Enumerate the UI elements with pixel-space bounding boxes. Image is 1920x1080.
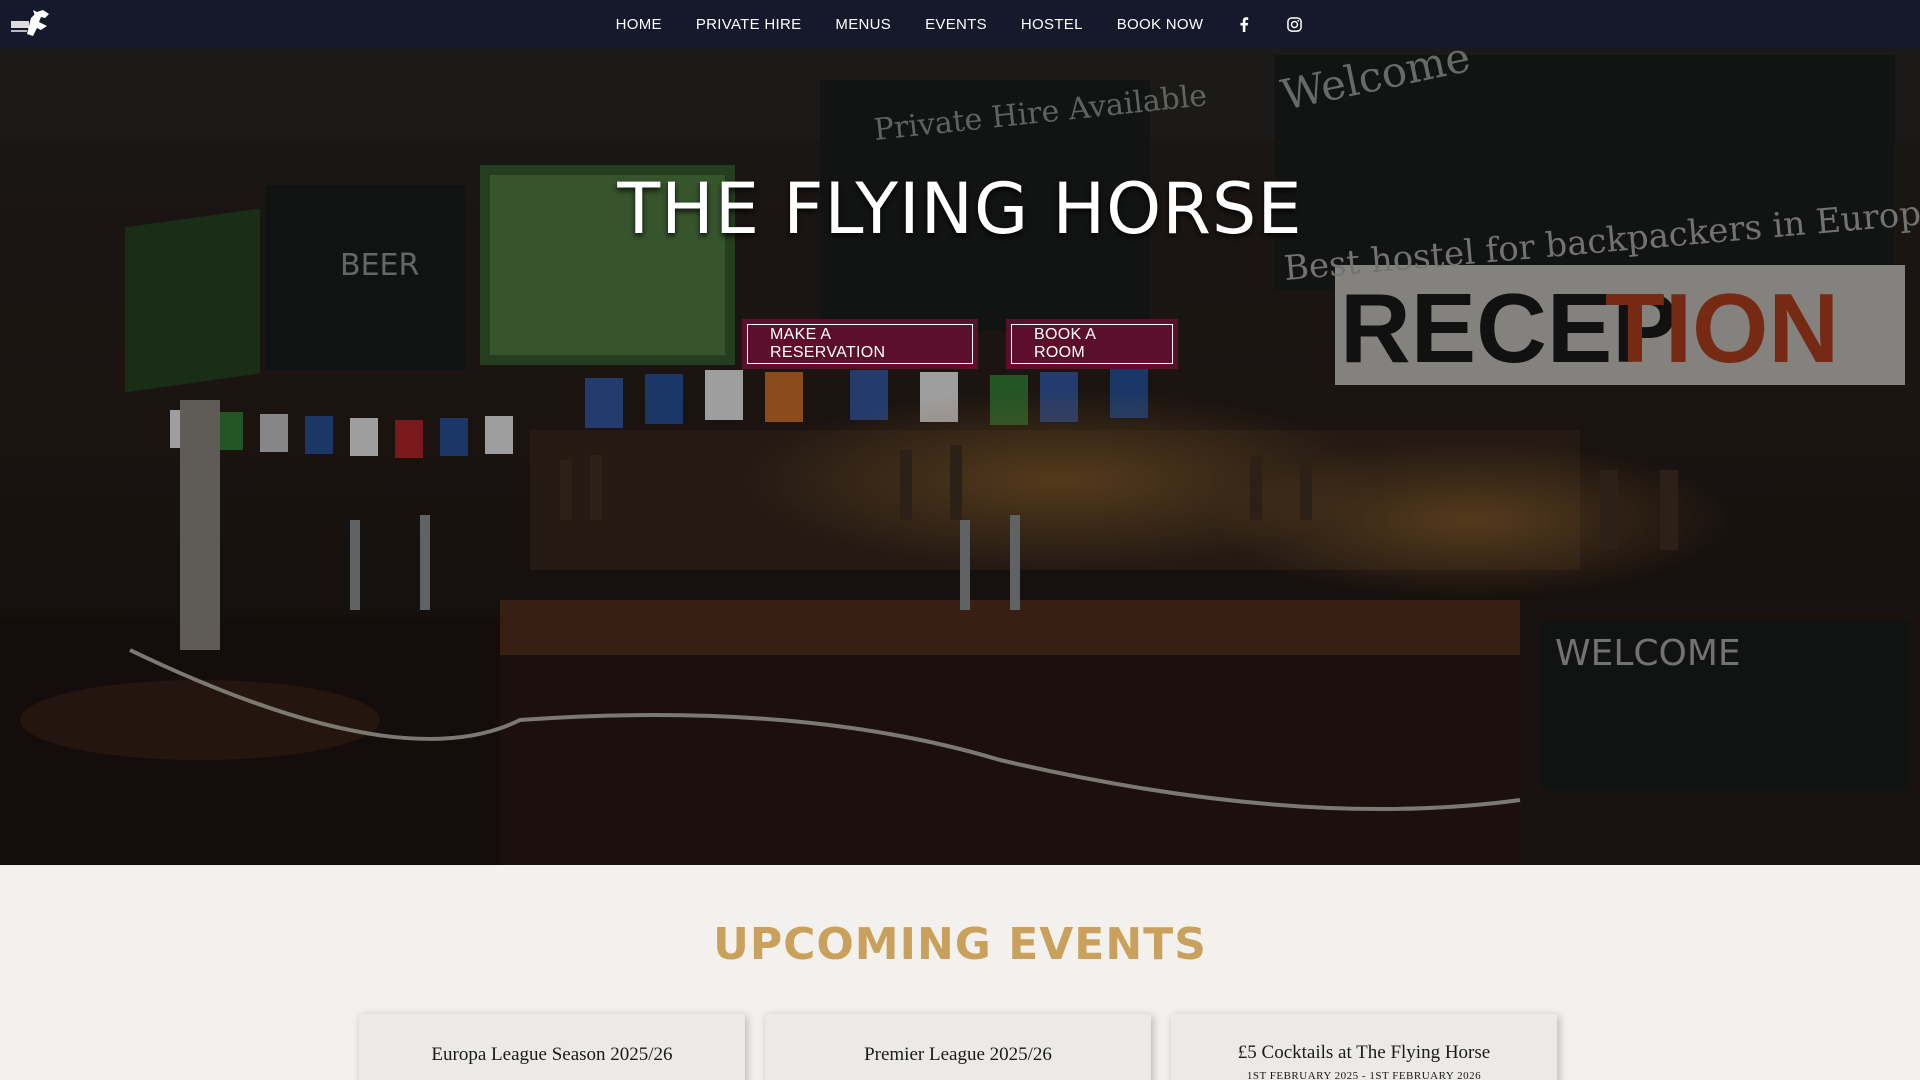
event-card-title: Premier League 2025/26: [864, 1044, 1052, 1065]
instagram-icon[interactable]: [1287, 17, 1303, 32]
event-card[interactable]: Premier League 2025/26: [765, 1014, 1151, 1080]
event-card-title: Europa League Season 2025/26: [431, 1044, 673, 1065]
facebook-icon[interactable]: [1239, 17, 1249, 32]
nav-item-book-now[interactable]: BOOK NOW: [1117, 16, 1204, 33]
hero-section: RECEP TION Private Hire Available Welcom…: [0, 0, 1920, 865]
nav-item-private-hire[interactable]: PRIVATE HIRE: [696, 16, 802, 33]
nav-item-hostel[interactable]: HOSTEL: [1021, 16, 1083, 33]
event-card[interactable]: £5 Cocktails at The Flying Horse 1ST FEB…: [1171, 1014, 1557, 1080]
make-reservation-button[interactable]: MAKE A RESERVATION: [742, 319, 978, 369]
event-card[interactable]: Europa League Season 2025/26: [359, 1014, 745, 1080]
nav-item-events[interactable]: EVENTS: [925, 16, 987, 33]
event-card-date: 1ST FEBRUARY 2025 - 1ST FEBRUARY 2026: [1246, 1070, 1482, 1080]
hero-title: THE FLYING HORSE: [617, 168, 1303, 250]
event-card-title: £5 Cocktails at The Flying Horse: [1237, 1042, 1491, 1063]
book-room-button[interactable]: BOOK A ROOM: [1006, 319, 1178, 369]
hero-buttons: MAKE A RESERVATION BOOK A ROOM: [0, 319, 1920, 369]
hero-background-image: RECEP TION Private Hire Available Welcom…: [0, 0, 1920, 865]
events-heading: UPCOMING EVENTS: [713, 919, 1207, 970]
nav-item-menus[interactable]: MENUS: [835, 16, 891, 33]
main-navigation: HOME PRIVATE HIRE MENUS EVENTS HOSTEL BO…: [0, 0, 1920, 49]
top-navbar: HOME PRIVATE HIRE MENUS EVENTS HOSTEL BO…: [0, 0, 1920, 49]
event-cards: Europa League Season 2025/26 Premier Lea…: [359, 1014, 1557, 1080]
upcoming-events-section: UPCOMING EVENTS Europa League Season 202…: [0, 865, 1920, 1080]
nav-item-home[interactable]: HOME: [616, 16, 662, 33]
